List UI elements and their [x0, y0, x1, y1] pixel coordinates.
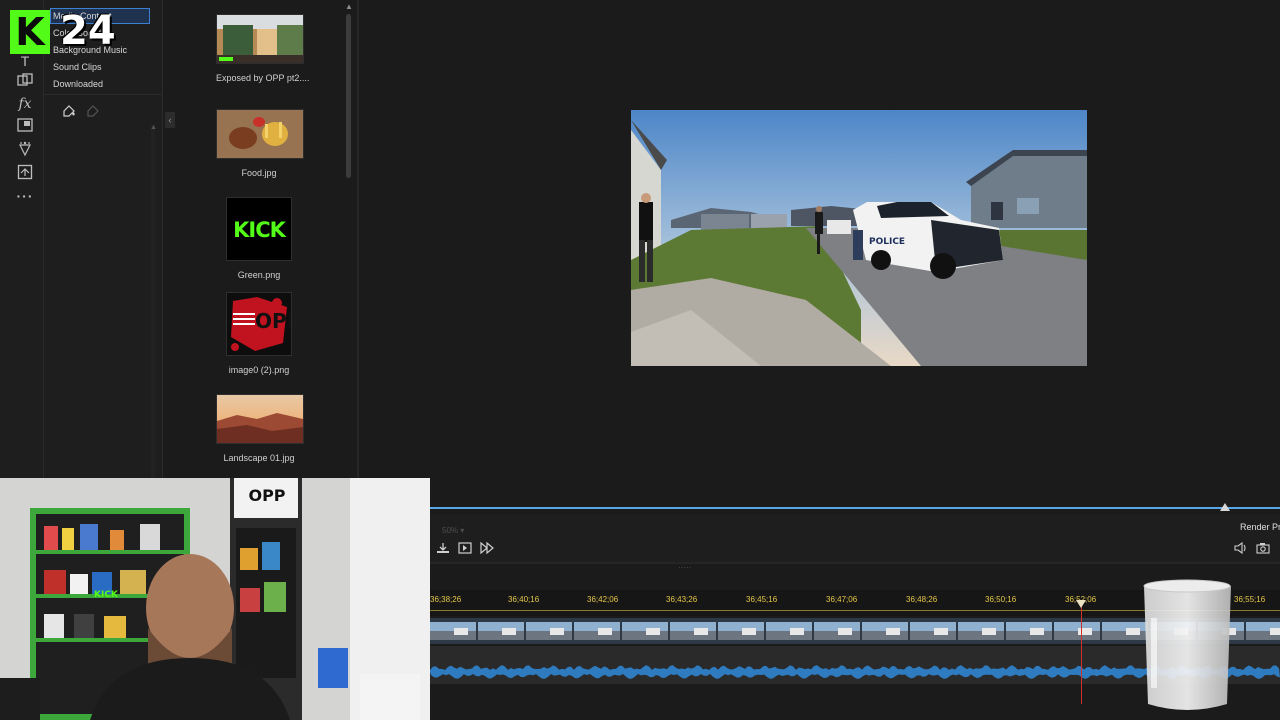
kick-logo-icon: K	[10, 10, 50, 54]
playback-controls: 50% ▾	[430, 514, 1280, 562]
media-thumbnail-video	[216, 14, 304, 64]
svg-text:POLICE: POLICE	[869, 237, 905, 247]
tick-label: 36;43;26	[666, 595, 698, 604]
volume-icon[interactable]	[1234, 541, 1248, 557]
tick-label: 36;50;16	[985, 595, 1017, 604]
splitter-grip-icon[interactable]: ·····	[678, 563, 691, 572]
tick-label: 36;42;06	[587, 595, 619, 604]
filmstrip-frame	[670, 622, 716, 640]
filmstrip-frame	[862, 622, 908, 640]
panel-splitter[interactable]	[357, 0, 359, 478]
filmstrip-frame	[814, 622, 860, 640]
media-library: Exposed by OPP pt2.... Food.jpg KICK Gre…	[176, 0, 344, 478]
add-tag-icon[interactable]	[62, 104, 76, 121]
category-divider	[44, 94, 162, 95]
media-thumbnail-opp: OPP!	[226, 292, 292, 356]
preview-frame: POLICE	[631, 110, 1087, 366]
snapshot-icon[interactable]	[1256, 542, 1270, 557]
step-backward-icon[interactable]	[436, 542, 450, 557]
tick-label: 36;40;16	[508, 595, 540, 604]
template-room-icon[interactable]	[15, 164, 35, 182]
category-sound-clips[interactable]: Sound Clips	[53, 62, 102, 72]
zoom-value: 50%	[442, 526, 459, 535]
media-item[interactable]: Landscape 01.jpg	[216, 394, 304, 463]
filmstrip-frame	[478, 622, 524, 640]
filmstrip-frame	[718, 622, 764, 640]
room-rail: T fx ···	[0, 0, 44, 478]
media-label: Food.jpg	[241, 168, 277, 178]
tick-label: 36;48;26	[906, 595, 938, 604]
library-scroll-thumb[interactable]	[346, 14, 351, 178]
media-item[interactable]: KICK Green.png	[226, 197, 292, 280]
media-label: Green.png	[237, 270, 281, 280]
more-icon[interactable]: ···	[15, 187, 35, 205]
filmstrip-frame	[1246, 622, 1280, 640]
filmstrip-frame	[1006, 622, 1052, 640]
collapse-panel-icon[interactable]: ‹	[165, 112, 175, 128]
tick-label: 36;47;06	[826, 595, 858, 604]
seek-handle[interactable]	[1220, 503, 1230, 511]
category-scrollbar[interactable]	[151, 124, 155, 478]
opp-thumb-text: OPP!	[255, 309, 291, 333]
filmstrip-frame	[430, 622, 476, 640]
webcam-overlay: OPP KICK	[0, 478, 430, 720]
scroll-up-icon[interactable]: ▲	[344, 2, 354, 11]
viewer-count: 24	[60, 8, 116, 54]
seek-bar[interactable]	[430, 507, 1280, 509]
glass-overlay-graphic	[1141, 578, 1234, 713]
filmstrip-frame	[622, 622, 668, 640]
kick-thumb-text: KICK	[233, 218, 286, 242]
playhead-handle[interactable]	[1076, 600, 1086, 608]
zoom-selector[interactable]: 50% ▾	[442, 526, 492, 536]
webcam-poster-text: OPP	[248, 486, 286, 505]
category-downloaded[interactable]: Downloaded	[53, 79, 103, 89]
tick-label: 36;45;16	[746, 595, 778, 604]
media-item[interactable]: OPP! image0 (2).png	[226, 292, 292, 375]
playhead[interactable]	[1081, 600, 1082, 704]
tick-label: 36;55;16	[1234, 595, 1266, 604]
library-scrollbar[interactable]: ▲	[344, 0, 354, 478]
category-scroll-up-icon[interactable]: ▲	[150, 124, 157, 131]
media-label: Exposed by OPP pt2....	[216, 73, 310, 83]
kick-viewer-badge: K 24	[8, 8, 128, 58]
render-preview-button[interactable]: Render Preview	[1240, 522, 1280, 532]
transition-room-icon[interactable]	[15, 73, 35, 91]
filmstrip-frame	[766, 622, 812, 640]
filmstrip-frame	[958, 622, 1004, 640]
media-item[interactable]: Exposed by OPP pt2....	[216, 14, 310, 83]
webcam-kick-sign: KICK	[94, 590, 118, 600]
effects-room-icon[interactable]: fx	[15, 95, 35, 113]
timeline-splitter[interactable]	[430, 562, 1280, 564]
media-thumbnail-landscape	[216, 394, 304, 444]
remove-tag-icon[interactable]	[86, 104, 100, 121]
fast-forward-icon[interactable]	[480, 541, 494, 557]
next-frame-icon[interactable]	[458, 542, 472, 557]
media-thumbnail-food	[216, 109, 304, 159]
filmstrip-frame	[1054, 622, 1100, 640]
pip-room-icon[interactable]	[15, 118, 35, 136]
media-label: Landscape 01.jpg	[223, 453, 295, 463]
tick-label: 36;38;26	[430, 595, 462, 604]
media-item[interactable]: Food.jpg	[216, 109, 304, 178]
filmstrip-frame	[574, 622, 620, 640]
chevron-down-icon: ▾	[460, 526, 465, 535]
particle-room-icon[interactable]	[15, 141, 35, 159]
filmstrip-frame	[526, 622, 572, 640]
filmstrip-frame	[910, 622, 956, 640]
media-thumbnail-kick: KICK	[226, 197, 292, 261]
media-label: image0 (2).png	[228, 365, 290, 375]
media-category-panel: Media Content Color Boards Background Mu…	[44, 0, 163, 478]
